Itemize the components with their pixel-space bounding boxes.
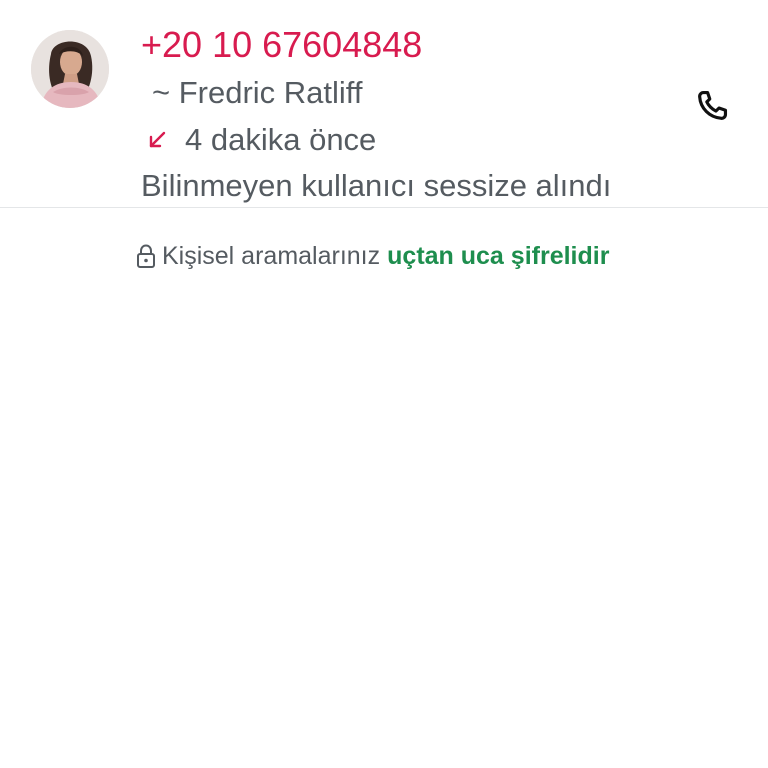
encryption-text: Kişisel aramalarınız xyxy=(162,242,381,270)
phone-icon xyxy=(698,90,728,120)
avatar[interactable] xyxy=(31,30,109,108)
lock-icon xyxy=(135,243,157,269)
call-meta: 4 dakika önce xyxy=(145,120,376,160)
call-info-screen: +20 10 67604848 ~ Fredric Ratliff 4 daki… xyxy=(0,0,768,768)
encryption-notice: Kişisel aramalarınız uçtan uca şifrelidi… xyxy=(135,240,609,272)
call-back-button[interactable] xyxy=(690,84,734,128)
call-status-text: Bilinmeyen kullanıcı sessize alındı xyxy=(141,168,612,203)
encryption-link[interactable]: uçtan uca şifrelidir xyxy=(387,241,609,271)
caller-contact-name: ~ Fredric Ratliff xyxy=(152,75,363,110)
call-timestamp: 4 dakika önce xyxy=(185,122,377,157)
profile-photo xyxy=(31,30,109,108)
call-log-entry: +20 10 67604848 ~ Fredric Ratliff 4 daki… xyxy=(0,0,768,207)
missed-call-arrow-icon xyxy=(145,128,169,152)
caller-phone-number: +20 10 67604848 xyxy=(141,24,423,65)
divider xyxy=(0,207,768,208)
